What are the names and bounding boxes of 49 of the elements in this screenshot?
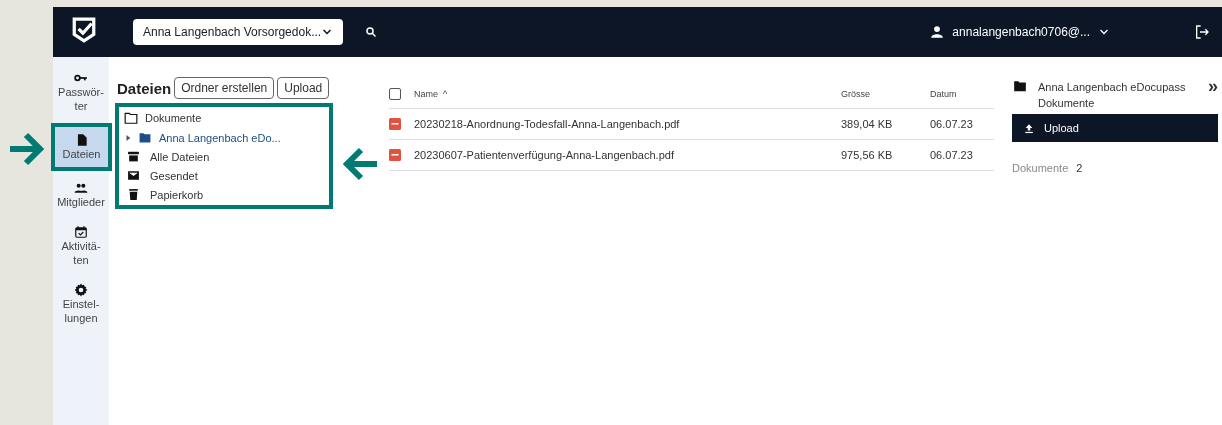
file-name[interactable]: 20230218-Anordnung-Todesfall-Anna-Langenbach.pdf	[414, 118, 841, 130]
nav-link[interactable]: Alle Dateien	[150, 150, 210, 163]
pdf-icon	[389, 149, 401, 161]
nav-link[interactable]: Gesendet	[150, 169, 198, 182]
tree-item[interactable]: Anna Langenbach eDo...	[159, 131, 281, 144]
sidebar-item[interactable]: Einstel- lungen	[53, 277, 109, 331]
toolbar-button[interactable]: Upload	[277, 77, 330, 99]
envelope-icon	[127, 169, 140, 182]
upload-icon	[1024, 122, 1034, 134]
count-value: 2	[1076, 162, 1083, 174]
sidebar-item[interactable]: Dateien	[51, 123, 112, 171]
folder-icon	[137, 131, 153, 144]
shield-logo-icon	[71, 15, 97, 45]
people-icon	[74, 181, 88, 195]
right-arrow-icon	[8, 132, 46, 166]
sidebar-item[interactable]: Aktivitä- ten	[53, 219, 109, 273]
logout-icon	[1194, 23, 1210, 41]
upload-button[interactable]: Upload	[1012, 114, 1218, 142]
table-cell-text: 06.07.23	[930, 149, 974, 161]
archive-icon	[127, 150, 140, 163]
table-cell-text: 06.07.23	[930, 118, 974, 130]
settings-icon	[74, 283, 88, 297]
nav-link[interactable]: Papierkorb	[150, 188, 204, 201]
user-icon	[930, 25, 945, 39]
workspace-dropdown[interactable]: Anna Langenbach Vorsorgedok...	[133, 19, 343, 45]
tree-item[interactable]: Dokumente	[145, 112, 202, 124]
trash-icon	[127, 188, 140, 201]
sidebar-item[interactable]: Mitglieder	[53, 175, 109, 215]
sidebar-item[interactable]: Passwör- ter	[53, 65, 109, 119]
search-icon	[365, 26, 377, 38]
folder-icon	[1012, 79, 1028, 93]
count-label: Dokumente	[1012, 162, 1069, 174]
file-name[interactable]: 20230607-Patientenverfügung-Anna-Langenbach.pdf	[414, 149, 841, 161]
left-arrow-icon	[341, 147, 379, 181]
folder-title: Anna Langenbach eDocupass Dokumente	[1038, 80, 1187, 111]
panel-title: Dateien	[117, 79, 172, 97]
toolbar-button[interactable]: Ordner erstellen	[174, 77, 275, 99]
column-header[interactable]: Name ^	[414, 88, 841, 99]
calendar-icon	[74, 225, 88, 239]
column-header[interactable]: Datum	[930, 88, 994, 99]
caret-icon[interactable]	[125, 134, 131, 141]
select-all-checkbox[interactable]	[389, 87, 401, 100]
table-cell-text: 975,56 KB	[841, 149, 894, 161]
pdf-icon	[389, 118, 401, 130]
user-email[interactable]: annalangenbach0706@...	[952, 25, 1090, 39]
collapse-button[interactable]: »	[1208, 79, 1218, 93]
folder-outline-icon	[123, 111, 139, 125]
column-header[interactable]: Grösse	[841, 88, 930, 99]
table-cell-text: 389,04 KB	[841, 118, 894, 130]
